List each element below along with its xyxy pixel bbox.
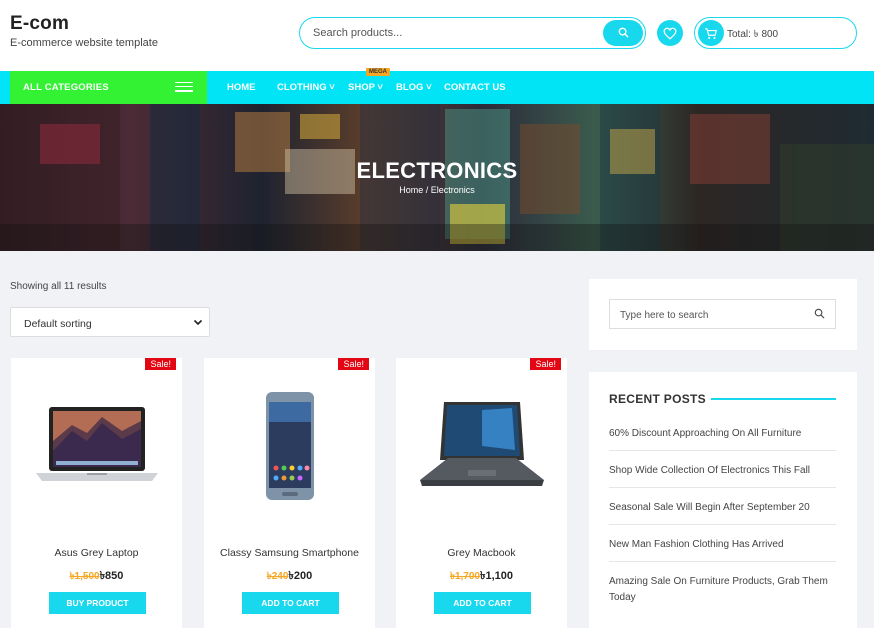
old-price: ৳1,500 <box>69 571 100 582</box>
chevron-down-icon: ˅ <box>426 82 432 93</box>
cart-icon <box>705 27 717 39</box>
recent-post-link[interactable]: 60% Discount Approaching On All Furnitur… <box>609 426 836 442</box>
current-price: ৳200 <box>288 570 313 582</box>
main-nav: ALL CATEGORIES HOME CLOTHING ˅ SHOP ˅ ME… <box>0 68 874 104</box>
buy-product-button[interactable]: BUY PRODUCT <box>49 592 146 614</box>
cart-summary[interactable]: Total: ৳ 800 <box>694 17 857 49</box>
product-name[interactable]: Grey Macbook <box>396 547 567 559</box>
product-image[interactable] <box>11 388 182 503</box>
search-button[interactable] <box>603 19 643 46</box>
chevron-down-icon: ˅ <box>329 82 335 93</box>
sort-selected-value: Default sorting <box>24 318 92 330</box>
divider <box>609 524 836 525</box>
sort-select[interactable]: Default sorting <box>10 307 210 337</box>
chevron-down-icon: ˅ <box>377 82 383 93</box>
sidebar-search-placeholder: Type here to search <box>620 310 709 321</box>
nav-item-blog[interactable]: BLOG ˅ <box>396 82 432 93</box>
nav-item-contact[interactable]: CONTACT US <box>444 82 506 93</box>
recent-posts-title: RECENT POSTS <box>609 392 706 406</box>
nav-item-shop[interactable]: SHOP ˅ <box>348 82 383 93</box>
page-banner: ELECTRONICS Home / Electronics <box>0 104 874 251</box>
brand-title[interactable]: E-com <box>10 13 158 35</box>
recent-post-link[interactable]: Amazing Sale On Furniture Products, Grab… <box>609 574 836 606</box>
divider <box>609 450 836 451</box>
product-card[interactable]: Sale! Classy Samsung Smartphone ৳240৳200… <box>204 358 375 628</box>
menu-icon <box>175 82 193 95</box>
nav-item-blog-label: BLOG <box>396 82 424 93</box>
nav-item-clothing-label: CLOTHING <box>277 82 327 93</box>
sale-badge: Sale! <box>145 358 176 370</box>
laptop-windows-icon <box>419 401 544 486</box>
product-price: ৳1,700৳1,100 <box>396 567 567 586</box>
product-search <box>299 17 646 49</box>
product-card[interactable]: Sale! Grey Macbook ৳1,700৳1,100 ADD TO C… <box>396 358 567 628</box>
all-categories-label: ALL CATEGORIES <box>23 82 109 93</box>
page-title: ELECTRONICS <box>356 158 518 183</box>
nav-item-shop-label: SHOP <box>348 82 375 93</box>
add-to-cart-button[interactable]: ADD TO CART <box>434 592 531 614</box>
old-price: ৳1,700 <box>449 571 480 582</box>
breadcrumb[interactable]: Home / Electronics <box>0 185 874 195</box>
title-underline <box>711 398 836 400</box>
smartphone-icon <box>265 391 314 500</box>
wishlist-button[interactable] <box>657 20 683 46</box>
recent-post-link[interactable]: Seasonal Sale Will Begin After September… <box>609 500 836 516</box>
search-input[interactable] <box>313 18 593 47</box>
product-name[interactable]: Asus Grey Laptop <box>11 547 182 559</box>
divider <box>609 561 836 562</box>
nav-item-clothing[interactable]: CLOTHING ˅ <box>277 82 335 93</box>
product-card[interactable]: Sale! Asus Grey Laptop ৳1,500৳850 BUY PR… <box>11 358 182 628</box>
search-icon[interactable] <box>814 308 825 319</box>
cart-button[interactable] <box>698 20 724 46</box>
product-price: ৳1,500৳850 <box>11 567 182 586</box>
mega-badge: MEGA <box>366 68 390 76</box>
cart-total: Total: ৳ 800 <box>727 29 779 40</box>
sidebar-search-widget: Type here to search <box>589 279 857 350</box>
divider <box>609 487 836 488</box>
product-name[interactable]: Classy Samsung Smartphone <box>204 547 375 559</box>
laptop-mac-icon <box>35 406 158 481</box>
product-image[interactable] <box>204 388 375 503</box>
nav-item-home[interactable]: HOME <box>227 82 256 93</box>
brand-subtitle: E-commerce website template <box>10 37 158 49</box>
recent-post-link[interactable]: Shop Wide Collection Of Electronics This… <box>609 463 836 479</box>
results-count: Showing all 11 results <box>10 281 107 292</box>
sidebar-search-input[interactable]: Type here to search <box>609 299 836 329</box>
brand[interactable]: E-com E-commerce website template <box>10 13 158 49</box>
chevron-down-icon <box>193 319 203 326</box>
search-icon <box>618 27 629 38</box>
heart-icon <box>663 27 677 40</box>
recent-posts-widget: RECENT POSTS 60% Discount Approaching On… <box>589 372 857 628</box>
add-to-cart-button[interactable]: ADD TO CART <box>242 592 339 614</box>
site-header: E-com E-commerce website template Total:… <box>0 0 874 71</box>
sale-badge: Sale! <box>338 358 369 370</box>
recent-post-link[interactable]: New Man Fashion Clothing Has Arrived <box>609 537 836 553</box>
product-image[interactable] <box>396 388 567 503</box>
old-price: ৳240 <box>266 571 289 582</box>
all-categories-button[interactable]: ALL CATEGORIES <box>10 71 207 104</box>
product-price: ৳240৳200 <box>204 567 375 586</box>
current-price: ৳1,100 <box>480 570 514 582</box>
sale-badge: Sale! <box>530 358 561 370</box>
current-price: ৳850 <box>99 570 124 582</box>
